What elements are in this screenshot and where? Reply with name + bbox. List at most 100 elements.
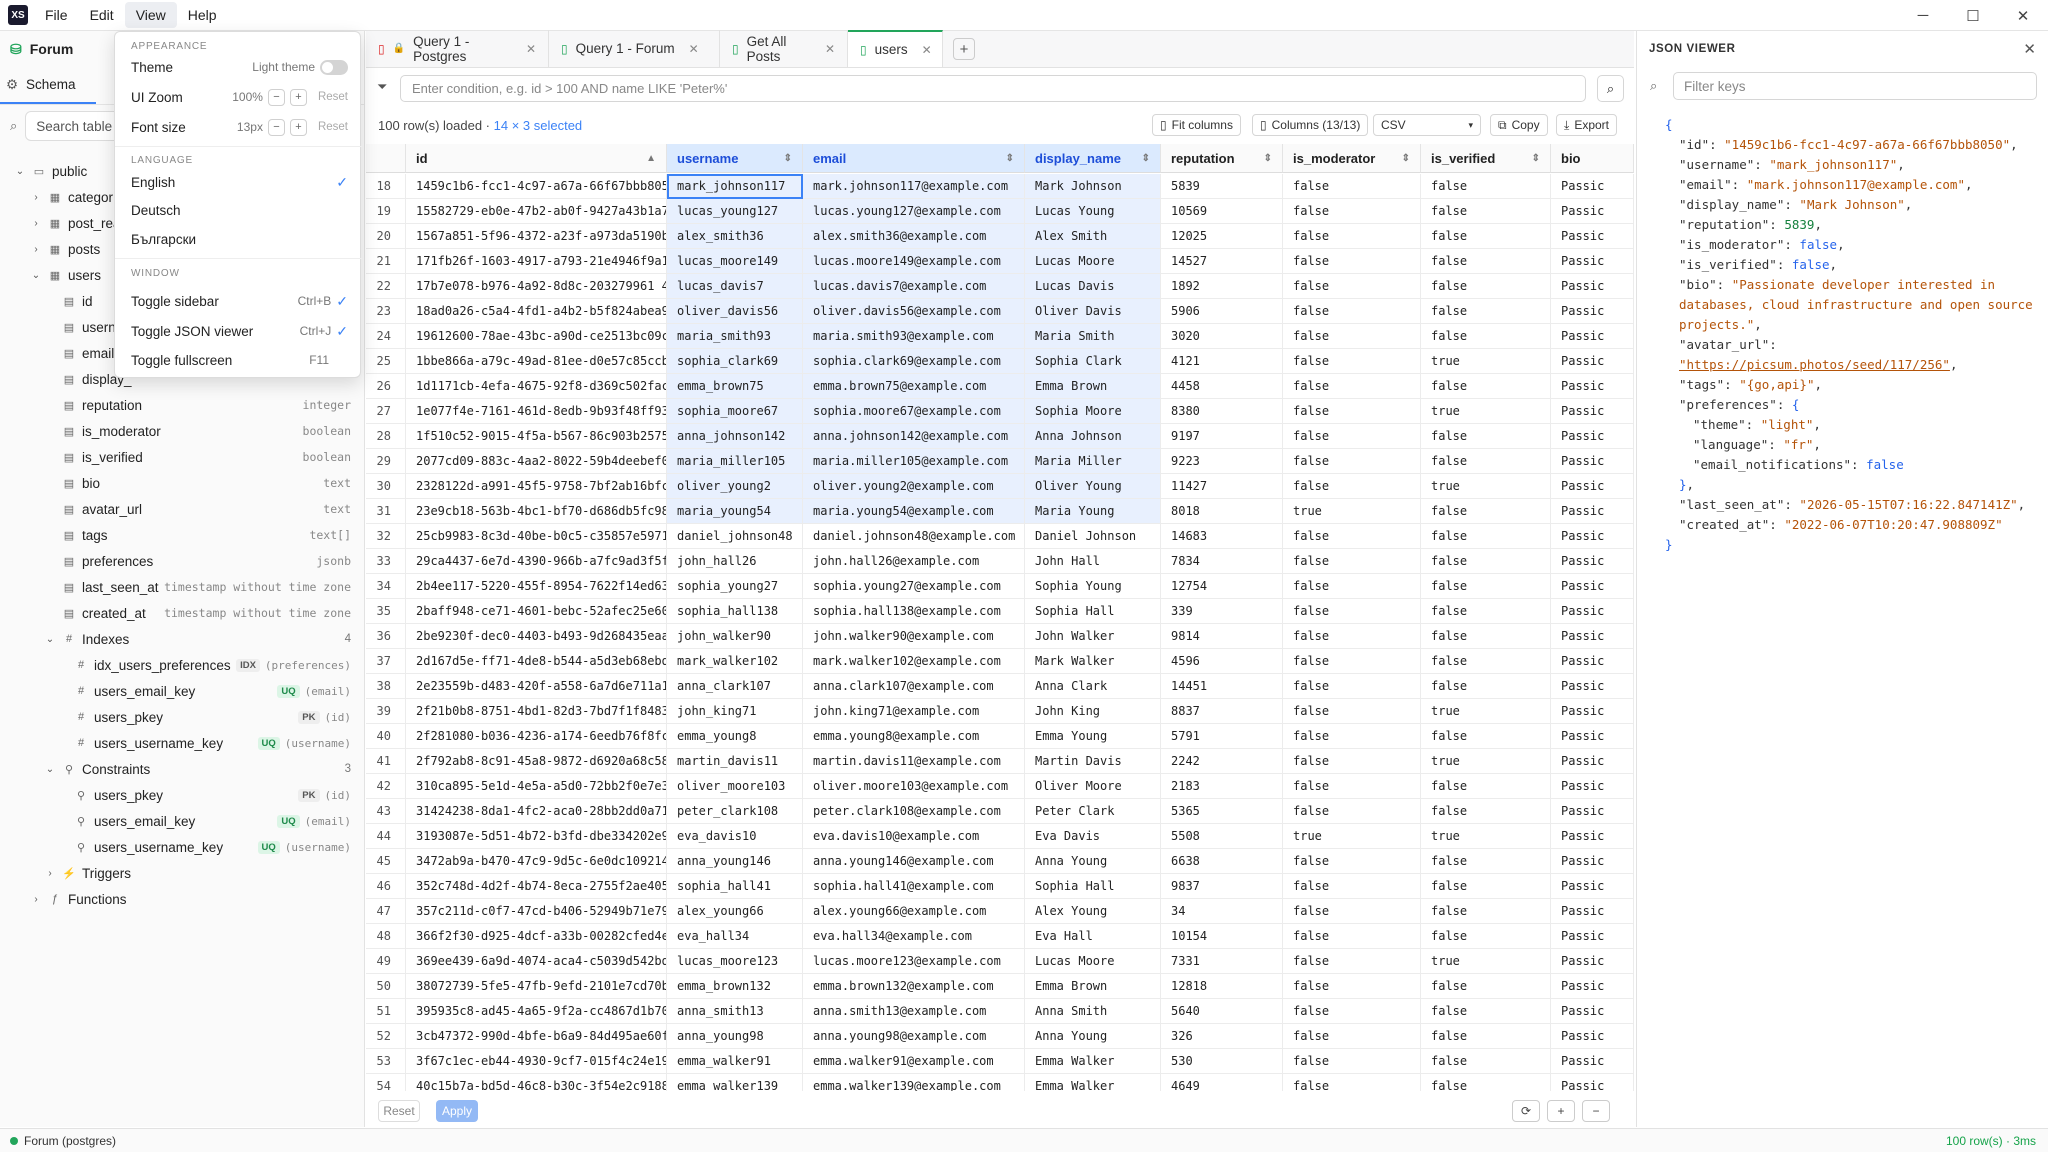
table-cell[interactable]: Passic [1551, 1024, 1634, 1049]
table-cell[interactable]: false [1421, 649, 1551, 674]
table-cell[interactable]: john_king71 [667, 699, 803, 724]
column-item[interactable]: ▤ preferences jsonb [0, 548, 365, 574]
table-cell[interactable]: Emma Brown [1025, 974, 1161, 999]
table-cell[interactable]: 1bbe866a-a79c-49ad-81ee-d0e57c85ccba [406, 349, 667, 374]
table-cell[interactable]: Passic [1551, 449, 1634, 474]
table-cell[interactable]: Passic [1551, 849, 1634, 874]
table-cell[interactable]: false [1421, 1074, 1551, 1091]
table-cell[interactable]: false [1283, 749, 1421, 774]
table-cell[interactable]: Passic [1551, 749, 1634, 774]
sort-icon[interactable]: ⇕ [1142, 153, 1150, 164]
table-cell[interactable]: emma_brown132 [667, 974, 803, 999]
table-cell[interactable]: John King [1025, 699, 1161, 724]
table-cell[interactable]: sophia.moore67@example.com [803, 399, 1025, 424]
sort-icon[interactable]: ⇕ [784, 153, 792, 164]
table-cell[interactable]: false [1283, 899, 1421, 924]
column-header-is-moderator[interactable]: is_moderator ⇕ [1283, 144, 1421, 173]
table-cell[interactable]: 18ad0a26-c5a4-4fd1-a4b2-b5f824abea93 [406, 299, 667, 324]
table-cell[interactable]: mark_johnson117 [667, 174, 803, 199]
table-cell[interactable]: Passic [1551, 499, 1634, 524]
table-cell[interactable]: emma_walker139 [667, 1074, 803, 1091]
table-cell[interactable]: true [1421, 399, 1551, 424]
table-cell[interactable]: false [1421, 1024, 1551, 1049]
table-cell[interactable]: Passic [1551, 949, 1634, 974]
sort-icon[interactable]: ⇕ [1006, 153, 1014, 164]
table-cell[interactable]: lucas.davis7@example.com [803, 274, 1025, 299]
table-cell[interactable]: false [1283, 299, 1421, 324]
table-cell[interactable]: 2f281080-b036-4236-a174-6eedb76f8fcc [406, 724, 667, 749]
table-cell[interactable]: daniel_johnson48 [667, 524, 803, 549]
table-cell[interactable]: alex_young66 [667, 899, 803, 924]
table-cell[interactable]: false [1283, 1074, 1421, 1091]
table-cell[interactable]: false [1283, 999, 1421, 1024]
table-cell[interactable]: 23e9cb18-563b-4bc1-bf70-d686db5fc989 [406, 499, 667, 524]
table-cell[interactable]: 8380 [1161, 399, 1283, 424]
table-cell[interactable]: anna.clark107@example.com [803, 674, 1025, 699]
table-cell[interactable]: sophia_hall41 [667, 874, 803, 899]
table-cell[interactable]: 4649 [1161, 1074, 1283, 1091]
table-cell[interactable]: false [1283, 974, 1421, 999]
sort-asc-icon[interactable]: ▲ [646, 153, 656, 164]
table-cell[interactable]: lucas.moore123@example.com [803, 949, 1025, 974]
table-cell[interactable]: false [1421, 324, 1551, 349]
table-cell[interactable]: 6638 [1161, 849, 1283, 874]
theme-toggle[interactable] [320, 59, 348, 75]
table-cell[interactable]: false [1283, 249, 1421, 274]
index-item[interactable]: # users_email_key UQ (email) [0, 678, 365, 704]
table-cell[interactable]: anna_smith13 [667, 999, 803, 1024]
table-cell[interactable]: 1d1171cb-4efa-4675-92f8-d369c502fac5 [406, 374, 667, 399]
table-cell[interactable]: 4121 [1161, 349, 1283, 374]
table-cell[interactable]: maria_young54 [667, 499, 803, 524]
table-cell[interactable]: John Hall [1025, 549, 1161, 574]
table-cell[interactable]: Lucas Moore [1025, 949, 1161, 974]
table-cell[interactable]: 31424238-8da1-4fc2-aca0-28bb2dd0a716 [406, 799, 667, 824]
table-cell[interactable]: 2d167d5e-ff71-4de8-b544-a5d3eb68ebdd [406, 649, 667, 674]
language-bulgarian[interactable]: Български [115, 225, 362, 253]
table-cell[interactable]: true [1421, 474, 1551, 499]
table-cell[interactable]: martin_davis11 [667, 749, 803, 774]
close-icon[interactable]: ✕ [526, 42, 536, 56]
table-cell[interactable]: sophia.clark69@example.com [803, 349, 1025, 374]
table-cell[interactable]: mark.johnson117@example.com [803, 174, 1025, 199]
column-item[interactable]: ▤ last_seen_at timestamp without time zone [0, 574, 365, 600]
table-cell[interactable]: Eva Hall [1025, 924, 1161, 949]
table-cell[interactable]: false [1421, 499, 1551, 524]
table-cell[interactable]: Passic [1551, 699, 1634, 724]
table-cell[interactable]: 3cb47372-990d-4bfe-b6a9-84d495ae60f2 [406, 1024, 667, 1049]
table-cell[interactable]: 19612600-78ae-43bc-a90d-ce2513bc09c5 [406, 324, 667, 349]
table-cell[interactable]: false [1283, 949, 1421, 974]
table-cell[interactable]: oliver.davis56@example.com [803, 299, 1025, 324]
table-cell[interactable]: emma.walker91@example.com [803, 1049, 1025, 1074]
table-cell[interactable]: Maria Smith [1025, 324, 1161, 349]
table-cell[interactable]: john.walker90@example.com [803, 624, 1025, 649]
triggers-group[interactable]: › ⚡ Triggers [0, 860, 365, 886]
table-cell[interactable]: sophia_clark69 [667, 349, 803, 374]
sort-icon[interactable]: ⇕ [1532, 153, 1540, 164]
table-cell[interactable]: false [1283, 599, 1421, 624]
table-cell[interactable]: oliver.moore103@example.com [803, 774, 1025, 799]
table-cell[interactable]: maria.young54@example.com [803, 499, 1025, 524]
table-cell[interactable]: Eva Davis [1025, 824, 1161, 849]
table-cell[interactable]: Anna Young [1025, 849, 1161, 874]
table-cell[interactable]: Peter Clark [1025, 799, 1161, 824]
table-cell[interactable]: 4458 [1161, 374, 1283, 399]
table-cell[interactable]: Passic [1551, 674, 1634, 699]
table-cell[interactable]: john.hall26@example.com [803, 549, 1025, 574]
table-cell[interactable]: anna_clark107 [667, 674, 803, 699]
table-cell[interactable]: Anna Clark [1025, 674, 1161, 699]
table-cell[interactable]: 14683 [1161, 524, 1283, 549]
table-cell[interactable]: eva_hall34 [667, 924, 803, 949]
table-cell[interactable]: daniel.johnson48@example.com [803, 524, 1025, 549]
table-cell[interactable]: maria_miller105 [667, 449, 803, 474]
table-cell[interactable]: false [1421, 724, 1551, 749]
indexes-group[interactable]: ⌄ # Indexes 4 [0, 626, 365, 652]
table-cell[interactable]: 5640 [1161, 999, 1283, 1024]
table-cell[interactable]: Passic [1551, 549, 1634, 574]
table-cell[interactable]: false [1421, 249, 1551, 274]
table-cell[interactable]: false [1283, 699, 1421, 724]
table-cell[interactable]: false [1283, 449, 1421, 474]
table-cell[interactable]: 8837 [1161, 699, 1283, 724]
table-cell[interactable]: false [1283, 1024, 1421, 1049]
index-item[interactable]: # users_pkey PK (id) [0, 704, 365, 730]
table-cell[interactable]: 1567a851-5f96-4372-a23f-a973da5190b4 [406, 224, 667, 249]
